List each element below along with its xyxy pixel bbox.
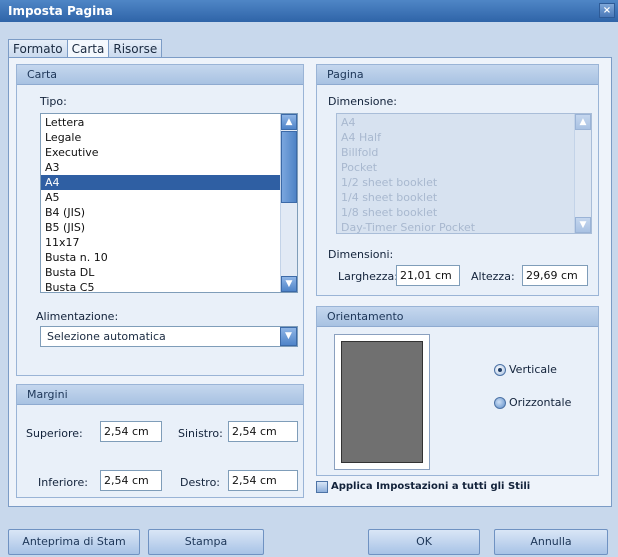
- tab-strip: Formato Carta Risorse: [8, 39, 163, 59]
- applica-label[interactable]: Applica Impostazioni a tutti gli Stili: [331, 481, 530, 492]
- inferiore-label: Inferiore:: [38, 476, 88, 489]
- dimensione-list-item: 1/4 sheet booklet: [341, 191, 438, 204]
- dimensione-label: Dimensione:: [328, 95, 397, 108]
- window-title: Imposta Pagina: [8, 4, 113, 18]
- verticale-label[interactable]: Verticale: [509, 363, 557, 376]
- altezza-input[interactable]: 29,69 cm: [522, 265, 588, 286]
- altezza-label: Altezza:: [471, 270, 515, 283]
- superiore-label: Superiore:: [26, 427, 83, 440]
- tipo-list-item[interactable]: B5 (JIS): [41, 220, 297, 235]
- destro-label: Destro:: [180, 476, 220, 489]
- tipo-list-item[interactable]: Executive: [41, 145, 297, 160]
- dimensione-list-item: 1/8 sheet booklet: [341, 206, 438, 219]
- title-bar: Imposta Pagina ×: [0, 0, 618, 22]
- dimensione-list-item: Day-Timer Senior Pocket: [341, 221, 476, 234]
- tipo-list-item[interactable]: Busta DL: [41, 265, 297, 280]
- anteprima-button[interactable]: Anteprima di Stam: [8, 529, 140, 555]
- superiore-input[interactable]: 2,54 cm: [100, 421, 162, 442]
- dimensione-listbox: A4 A4 Half Billfold Pocket 1/2 sheet booklet…: [336, 113, 592, 234]
- tipo-items: Lettera Legale Executive A3 A4 A5 B4 (JIS) B5 (…: [41, 114, 297, 292]
- carta-group-header: Carta: [17, 65, 303, 85]
- verticale-radio[interactable]: [494, 364, 506, 376]
- dimensione-list-item: A4 Half: [341, 131, 381, 144]
- tab-risorse[interactable]: Risorse: [108, 39, 163, 58]
- orientamento-group-header: Orientamento: [317, 307, 598, 327]
- tipo-list-item[interactable]: B4 (JIS): [41, 205, 297, 220]
- tipo-list-item[interactable]: Busta n. 10: [41, 250, 297, 265]
- orizzontale-label[interactable]: Orizzontale: [509, 396, 571, 409]
- alimentazione-value: Selezione automatica: [47, 330, 166, 343]
- inferiore-input[interactable]: 2,54 cm: [100, 470, 162, 491]
- applica-checkbox[interactable]: [316, 481, 328, 493]
- ok-button[interactable]: OK: [368, 529, 480, 555]
- scroll-up-icon: ▲: [575, 114, 591, 130]
- larghezza-input[interactable]: 21,01 cm: [396, 265, 460, 286]
- tipo-scrollbar[interactable]: ▲ ▼: [280, 114, 297, 292]
- tipo-list-item[interactable]: A4: [41, 175, 297, 190]
- dropdown-arrow-icon[interactable]: ▼: [280, 327, 297, 346]
- close-icon[interactable]: ×: [599, 3, 615, 18]
- tipo-label: Tipo:: [40, 95, 67, 108]
- scroll-up-icon[interactable]: ▲: [281, 114, 297, 130]
- alimentazione-label: Alimentazione:: [36, 310, 119, 323]
- scroll-down-icon: ▼: [575, 217, 591, 233]
- dimensioni-label: Dimensioni:: [328, 248, 394, 261]
- tab-carta[interactable]: Carta: [66, 39, 110, 59]
- dimensione-list-item: Pocket: [341, 161, 378, 174]
- sinistro-label: Sinistro:: [178, 427, 223, 440]
- orientation-preview: [334, 334, 430, 470]
- destro-input[interactable]: 2,54 cm: [228, 470, 298, 491]
- tab-formato[interactable]: Formato: [8, 39, 68, 58]
- tipo-list-item[interactable]: 11x17: [41, 235, 297, 250]
- tipo-scroll-thumb[interactable]: [281, 131, 297, 203]
- tipo-list-item[interactable]: Busta C5: [41, 280, 297, 292]
- pagina-group-header: Pagina: [317, 65, 598, 85]
- tipo-list-item[interactable]: Legale: [41, 130, 297, 145]
- margini-group-header: Margini: [17, 385, 303, 405]
- tipo-list-item[interactable]: A3: [41, 160, 297, 175]
- stampa-button[interactable]: Stampa: [148, 529, 264, 555]
- annulla-button[interactable]: Annulla: [494, 529, 608, 555]
- dimensione-scrollbar: ▲ ▼: [574, 114, 591, 233]
- tipo-listbox[interactable]: Lettera Legale Executive A3 A4 A5 B4 (JIS) B5 (…: [40, 113, 298, 293]
- tipo-list-item[interactable]: Lettera: [41, 115, 297, 130]
- scroll-down-icon[interactable]: ▼: [281, 276, 297, 292]
- dimensione-list-item: Billfold: [341, 146, 379, 159]
- dimensione-items: A4 A4 Half Billfold Pocket 1/2 sheet booklet…: [337, 114, 591, 234]
- alimentazione-select[interactable]: Selezione automatica ▼: [40, 326, 298, 347]
- larghezza-label: Larghezza:: [338, 270, 398, 283]
- page-preview-shape: [340, 340, 424, 464]
- sinistro-input[interactable]: 2,54 cm: [228, 421, 298, 442]
- dimensione-list-item: A4: [341, 116, 356, 129]
- tipo-list-item[interactable]: A5: [41, 190, 297, 205]
- orizzontale-radio[interactable]: [494, 397, 506, 409]
- dimensione-list-item: 1/2 sheet booklet: [341, 176, 438, 189]
